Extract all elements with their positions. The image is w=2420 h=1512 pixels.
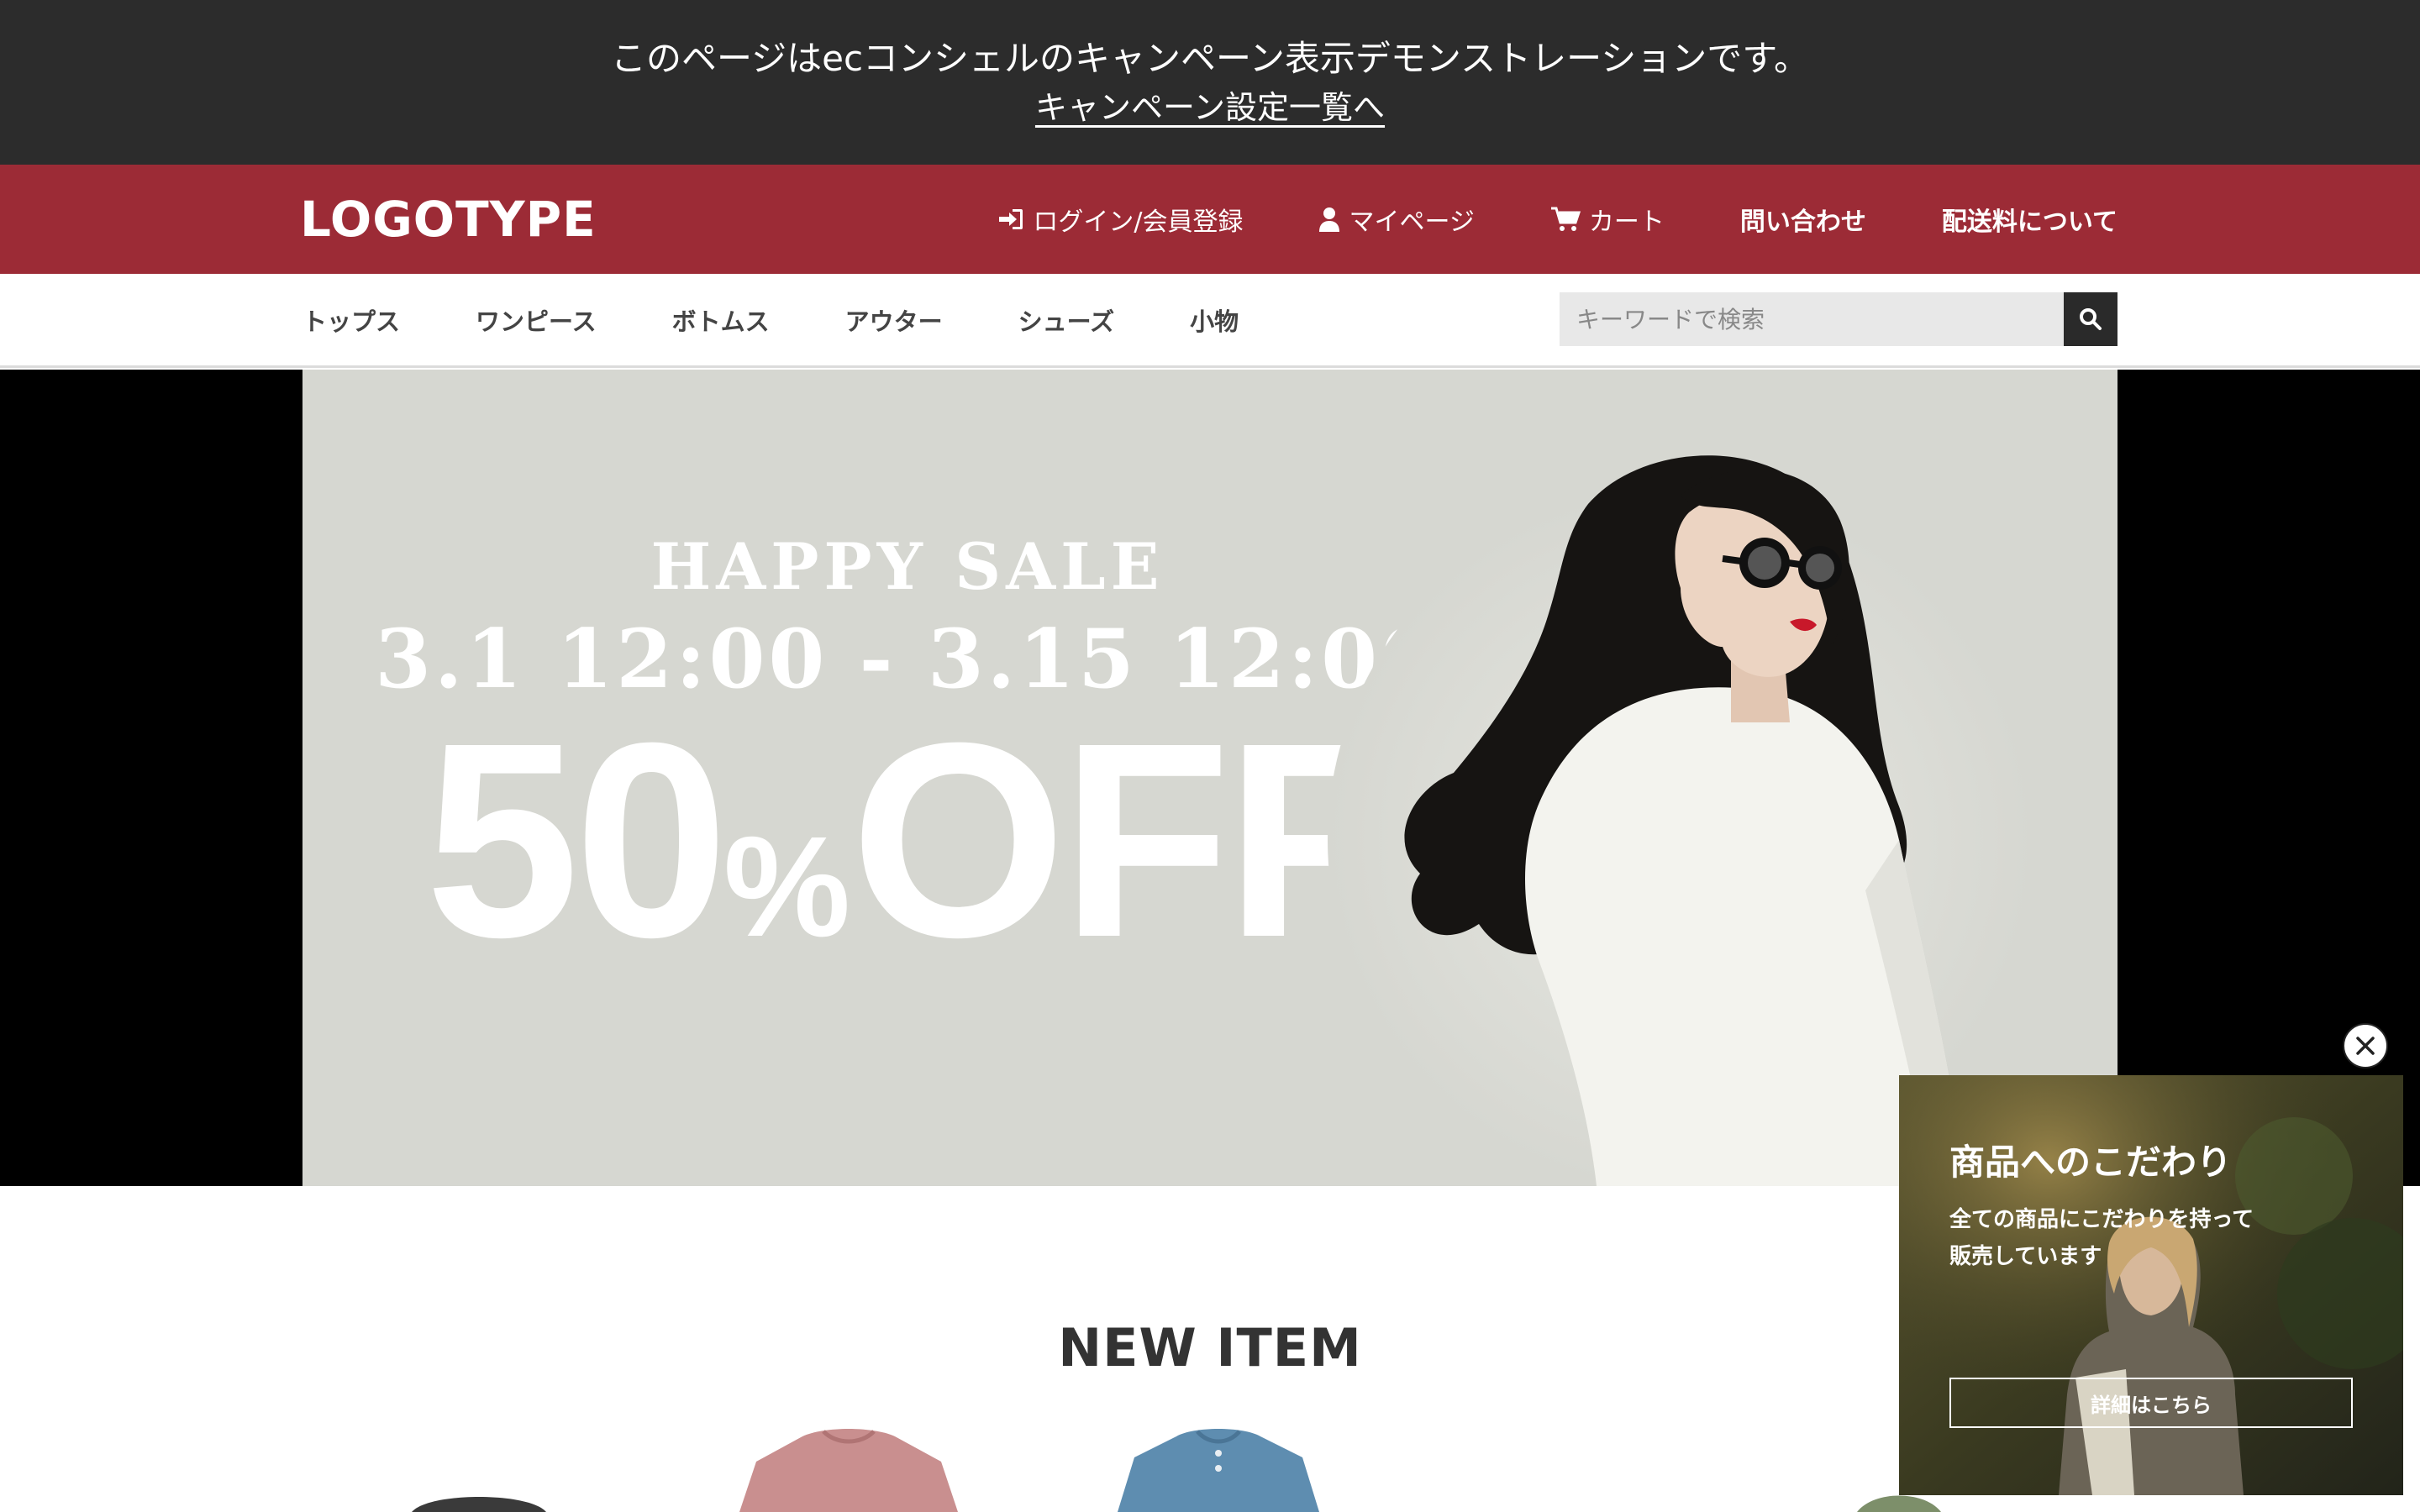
cart-icon xyxy=(1550,207,1581,231)
popup-body-line1: 全ての商品にこだわりを持って xyxy=(1949,1207,2254,1232)
demo-notice-bar: このページはecコンシェルのキャンペーン表示デモンストレーションです。 キャンペ… xyxy=(0,0,2420,165)
header-nav-contact[interactable]: 問い合わせ xyxy=(1740,201,1866,238)
category-bar: トップス ワンピース ボトムス アウター シューズ 小物 xyxy=(0,274,2420,368)
category-accessories[interactable]: 小物 xyxy=(1190,302,1239,338)
hero-section: HAPPY SALE 3.1 12:00 - 3.15 12:00 50%OFF xyxy=(0,370,2420,1186)
search-input[interactable] xyxy=(1560,292,2064,346)
campaign-popup[interactable]: 商品へのこだわり 全ての商品にこだわりを持って 販売しています 詳細はこちら xyxy=(1899,1075,2403,1495)
popup-close-button[interactable] xyxy=(2343,1023,2388,1068)
header-nav: ログイン/会員登録 マイページ カート 問い合わせ 配送料について xyxy=(997,165,2118,274)
model-image xyxy=(1328,455,2033,1186)
campaign-list-link[interactable]: キャンペーン設定一覧へ xyxy=(1035,89,1385,126)
sale-banner[interactable]: HAPPY SALE 3.1 12:00 - 3.15 12:00 50%OFF xyxy=(302,370,2118,1186)
header-nav-mypage[interactable]: マイページ xyxy=(1318,201,1475,238)
search-icon xyxy=(2080,308,2102,330)
header-nav-mypage-label: マイページ xyxy=(1349,207,1475,237)
sign-in-icon xyxy=(999,209,1023,229)
header-nav-login-label: ログイン/会員登録 xyxy=(1033,207,1244,237)
category-bottoms[interactable]: ボトムス xyxy=(672,302,770,338)
category-shoes[interactable]: シューズ xyxy=(1018,302,1115,338)
search-button[interactable] xyxy=(2064,292,2118,346)
header-nav-login[interactable]: ログイン/会員登録 xyxy=(997,201,1243,238)
demo-notice-message: このページはecコンシェルのキャンペーン表示デモンストレーションです。 xyxy=(610,38,1810,79)
product-image[interactable] xyxy=(723,1420,975,1512)
category-outer[interactable]: アウター xyxy=(845,302,943,338)
header-nav-cart[interactable]: カート xyxy=(1550,201,1665,238)
product-image[interactable] xyxy=(1109,1420,1328,1512)
product-image[interactable] xyxy=(395,1487,563,1512)
popup-body-line2: 販売しています xyxy=(1949,1244,2102,1269)
popup-details-button[interactable]: 詳細はこちら xyxy=(1949,1378,2353,1428)
category-tops[interactable]: トップス xyxy=(302,302,400,338)
category-nav: トップス ワンピース ボトムス アウター シューズ 小物 xyxy=(302,274,1314,366)
popup-body: 全ての商品にこだわりを持って 販売しています xyxy=(1949,1201,2336,1275)
user-icon xyxy=(1319,207,1340,232)
header-nav-shipping[interactable]: 配送料について xyxy=(1942,201,2118,238)
category-onepiece[interactable]: ワンピース xyxy=(476,302,597,338)
header-nav-shipping-label: 配送料について xyxy=(1941,207,2118,237)
header-nav-cart-label: カート xyxy=(1588,207,1665,237)
popup-title: 商品へのこだわり xyxy=(1949,1142,2233,1183)
close-icon xyxy=(2356,1037,2375,1055)
search-form xyxy=(1560,292,2118,346)
header-nav-contact-label: 問い合わせ xyxy=(1739,207,1866,237)
site-logo[interactable]: LOGOTYPE xyxy=(300,190,597,249)
site-header: LOGOTYPE ログイン/会員登録 マイページ カート 問い合わせ 配送料につ… xyxy=(0,165,2420,274)
